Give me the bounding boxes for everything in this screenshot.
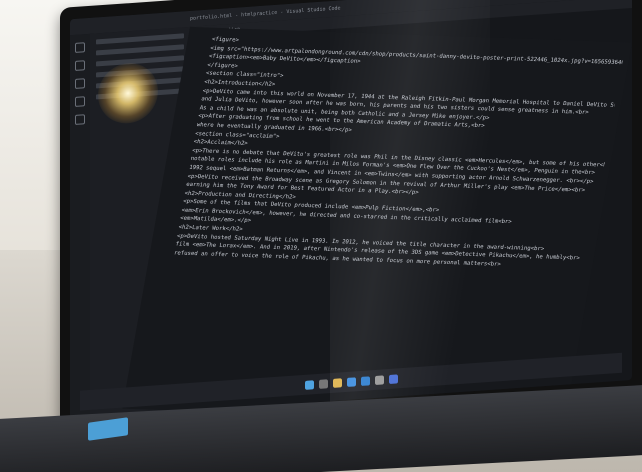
activity-bar <box>70 33 90 420</box>
explorer-row[interactable] <box>96 33 184 45</box>
photo-scene: portfolio.html - htmlpractice - Visual S… <box>0 0 642 472</box>
explorer-row[interactable] <box>96 44 184 56</box>
source-control-icon[interactable] <box>75 78 85 89</box>
search-icon[interactable] <box>75 60 85 71</box>
laptop-screen-bezel: portfolio.html - htmlpractice - Visual S… <box>60 0 642 448</box>
explorer-icon[interactable] <box>75 42 85 53</box>
screen-reflection <box>330 0 490 430</box>
start-icon[interactable] <box>304 379 314 390</box>
extensions-icon[interactable] <box>75 114 85 125</box>
search-taskbar-icon[interactable] <box>318 378 328 389</box>
run-debug-icon[interactable] <box>75 96 85 107</box>
